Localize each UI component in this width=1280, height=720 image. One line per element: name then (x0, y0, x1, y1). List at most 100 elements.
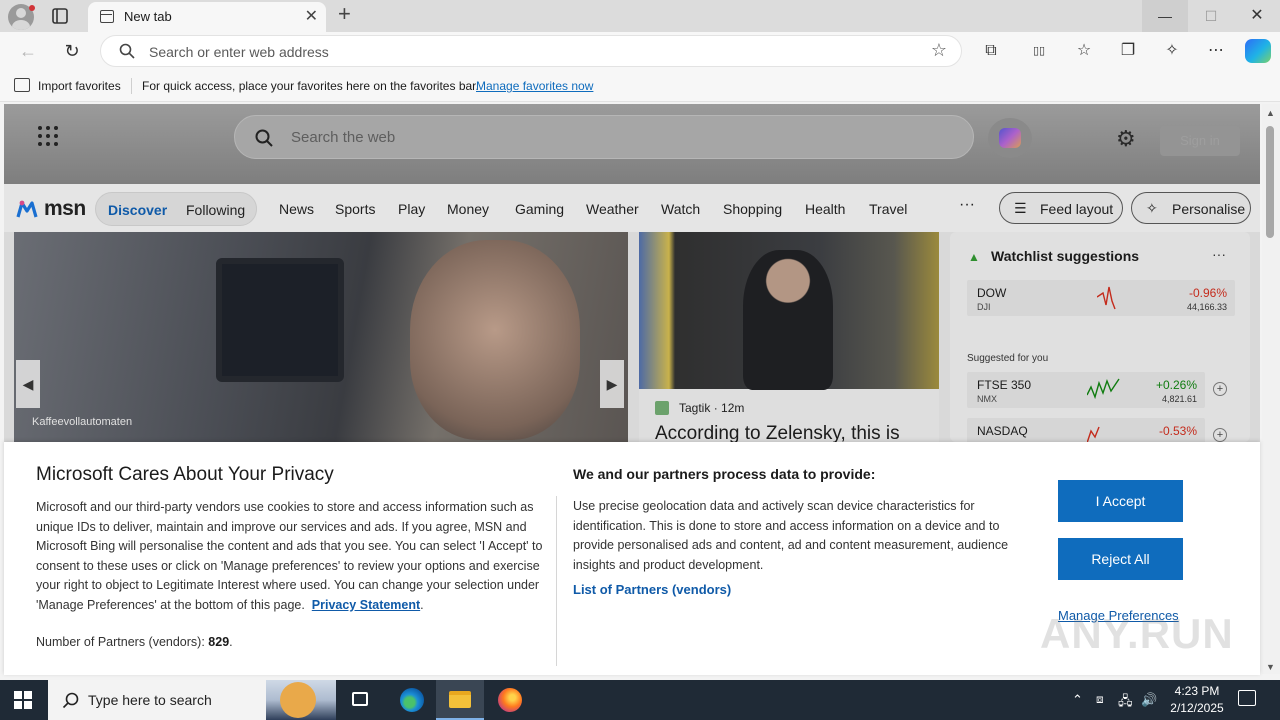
data-processing-title: We and our partners process data to prov… (573, 466, 876, 482)
clock-date[interactable]: 2/12/2025 (1165, 701, 1229, 715)
nav-item-watch[interactable]: Watch (661, 201, 700, 217)
stock-change: -0.53% (1158, 424, 1197, 438)
address-bar[interactable]: Search or enter web address ☆ (100, 35, 962, 67)
stock-row[interactable]: DOW DJI -0.96% 44,166.33 (967, 280, 1235, 316)
nav-item-travel[interactable]: Travel (869, 201, 907, 217)
partners-list-link[interactable]: List of Partners (vendors) (573, 582, 731, 597)
active-tab[interactable]: New tab ✕ (88, 2, 326, 32)
tray-chevron-icon[interactable]: ⌃ (1072, 692, 1083, 708)
file-explorer-icon[interactable] (436, 680, 484, 720)
tray-device-icon[interactable]: ⧈ (1096, 692, 1104, 707)
partners-count-label: Number of Partners (vendors): (36, 635, 205, 649)
notifications-icon[interactable] (1238, 690, 1256, 706)
nav-item-sports[interactable]: Sports (335, 201, 375, 217)
hero-source: Kaffeevollautomaten (32, 416, 133, 428)
web-search-box[interactable]: Search the web (234, 115, 974, 159)
data-processing-body: Use precise geolocation data and activel… (573, 499, 1009, 572)
performance-icon[interactable]: ✧ (1160, 40, 1184, 62)
taskbar-search-input[interactable]: Type here to search (88, 692, 212, 708)
nav-item-gaming[interactable]: Gaming (515, 201, 564, 217)
firefox-icon[interactable] (485, 680, 533, 720)
news-card[interactable]: Tagtik · 12m According to Zelensky, this… (639, 232, 939, 442)
tab-following[interactable]: Following (186, 202, 245, 218)
scroll-thumb[interactable] (1266, 126, 1274, 238)
add-to-watchlist-icon[interactable]: + (1213, 428, 1227, 442)
app-launcher-icon[interactable] (38, 126, 58, 146)
extensions-icon[interactable]: ⧉ (979, 40, 1003, 62)
stock-symbol: FTSE 350 (977, 378, 1032, 392)
volume-icon[interactable]: 🔊 (1141, 692, 1157, 708)
suggested-label: Suggested for you (967, 353, 1049, 364)
privacy-consent-banner: Microsoft Cares About Your Privacy Micro… (4, 442, 1260, 675)
privacy-statement-link[interactable]: Privacy Statement (312, 598, 420, 612)
nav-item-money[interactable]: Money (447, 201, 489, 217)
web-search-input[interactable]: Search the web (291, 129, 395, 146)
search-icon (119, 43, 135, 59)
tab-strip: New tab ✕ + — ☐ ✕ (0, 0, 1280, 32)
feed-layout-button[interactable]: ☰ Feed layout (999, 192, 1123, 224)
reject-all-button[interactable]: Reject All (1058, 538, 1183, 580)
minimize-button[interactable]: — (1142, 0, 1188, 32)
scroll-down-icon[interactable]: ▼ (1266, 662, 1275, 672)
tab-discover[interactable]: Discover (108, 202, 167, 218)
stock-row[interactable]: FTSE 350 NMX +0.26% 4,821.61 + (967, 372, 1227, 408)
partners-count-value: 829 (208, 635, 230, 649)
nav-item-play[interactable]: Play (398, 201, 425, 217)
stock-sparkline (1087, 378, 1120, 400)
tab-title: New tab (124, 9, 172, 24)
manage-favorites-link[interactable]: Manage favorites now (476, 79, 593, 93)
page-scrollbar[interactable]: ▲ ▼ (1262, 104, 1280, 674)
split-screen-icon[interactable]: ▯▯ (1027, 40, 1051, 62)
address-toolbar: ← ↻ Search or enter web address ☆ ⧉ ▯▯ ☆… (0, 32, 1280, 70)
back-button[interactable]: ← (16, 40, 40, 62)
profile-notification-dot (29, 5, 35, 11)
clock-time[interactable]: 4:23 PM (1172, 684, 1222, 698)
add-to-watchlist-icon[interactable]: + (1213, 382, 1227, 396)
stock-exchange: DJI (977, 302, 991, 312)
taskbar-search[interactable]: Type here to search (48, 680, 336, 720)
sign-in-button[interactable]: Sign in (1160, 126, 1240, 156)
news-headline[interactable]: According to Zelensky, this is (655, 423, 900, 442)
hero-carousel[interactable]: ◀ ▶ Kaffeevollautomaten (14, 232, 628, 442)
close-tab-icon[interactable]: ✕ (305, 6, 318, 26)
copilot-icon[interactable] (1245, 39, 1271, 63)
msn-copilot-icon[interactable] (988, 118, 1032, 158)
carousel-next-button[interactable]: ▶ (600, 360, 624, 408)
maximize-button[interactable]: ☐ (1188, 0, 1234, 32)
watchlist-card: ▲ Watchlist suggestions ··· DOW DJI -0.9… (950, 232, 1250, 454)
accept-button[interactable]: I Accept (1058, 480, 1183, 522)
nav-item-news[interactable]: News (279, 201, 314, 217)
favorites-icon[interactable]: ☆ (1072, 40, 1096, 62)
stock-price: 4,821.61 (1161, 394, 1197, 404)
nav-item-shopping[interactable]: Shopping (723, 201, 782, 217)
close-window-button[interactable]: ✕ (1234, 0, 1280, 32)
new-tab-button[interactable]: + (338, 1, 351, 27)
address-input[interactable]: Search or enter web address (149, 44, 329, 60)
network-icon[interactable]: 🖧 (1118, 692, 1133, 714)
collections-icon[interactable]: ❐ (1116, 40, 1140, 62)
watchlist-more-button[interactable]: ··· (1212, 246, 1226, 262)
personalise-button[interactable]: ✧ Personalise (1131, 192, 1251, 224)
tab-actions-icon[interactable] (48, 6, 72, 26)
import-favorites-button[interactable]: Import favorites (38, 79, 121, 93)
nav-item-weather[interactable]: Weather (586, 201, 639, 217)
privacy-body-text: Microsoft and our third-party vendors us… (36, 500, 543, 612)
search-icon (62, 691, 80, 709)
gear-icon[interactable]: ⚙ (1116, 126, 1136, 152)
nav-more-button[interactable]: ··· (959, 196, 975, 214)
refresh-button[interactable]: ↻ (60, 40, 84, 62)
search-icon (255, 129, 273, 147)
nav-item-health[interactable]: Health (805, 201, 845, 217)
stock-symbol: NASDAQ (977, 424, 1028, 438)
stock-change: +0.26% (1155, 378, 1197, 392)
news-source: Tagtik · 12m (679, 401, 744, 415)
carousel-prev-button[interactable]: ◀ (16, 360, 40, 408)
settings-more-icon[interactable]: ⋯ (1204, 40, 1228, 62)
start-button[interactable] (14, 691, 32, 709)
stock-price: 44,166.33 (1186, 302, 1227, 312)
stock-sparkline (1097, 286, 1116, 310)
task-view-icon[interactable] (336, 680, 384, 720)
scroll-up-icon[interactable]: ▲ (1266, 108, 1275, 118)
favorite-star-icon[interactable]: ☆ (931, 40, 947, 61)
edge-icon[interactable] (387, 680, 435, 720)
